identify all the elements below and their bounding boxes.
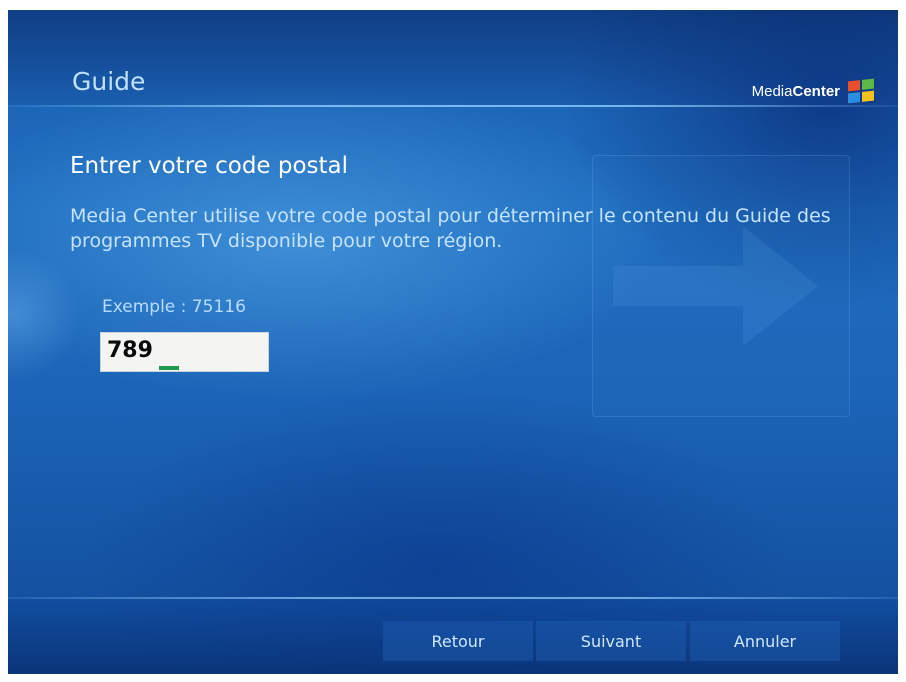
cancel-button[interactable]: Annuler bbox=[690, 621, 840, 661]
example-label: Exemple : 75116 bbox=[102, 297, 246, 317]
background-glow bbox=[8, 245, 78, 385]
header-divider bbox=[8, 105, 898, 107]
postal-code-value: 789 bbox=[107, 338, 153, 363]
media-center-logo: MediaCenter bbox=[751, 76, 876, 106]
logo-text: MediaCenter bbox=[751, 82, 840, 100]
next-button[interactable]: Suivant bbox=[536, 621, 686, 661]
back-button[interactable]: Retour bbox=[383, 621, 533, 661]
page-title: Guide bbox=[72, 67, 146, 96]
background-arrow-icon bbox=[592, 155, 850, 417]
section-heading: Entrer votre code postal bbox=[70, 153, 349, 179]
windows-flag-icon bbox=[846, 76, 876, 106]
postal-code-input[interactable]: 789 bbox=[100, 332, 269, 372]
description-text: Media Center utilise votre code postal p… bbox=[70, 205, 831, 252]
media-center-screen: Guide MediaCenter Entrer votre code post… bbox=[8, 10, 898, 674]
text-cursor bbox=[159, 366, 179, 370]
